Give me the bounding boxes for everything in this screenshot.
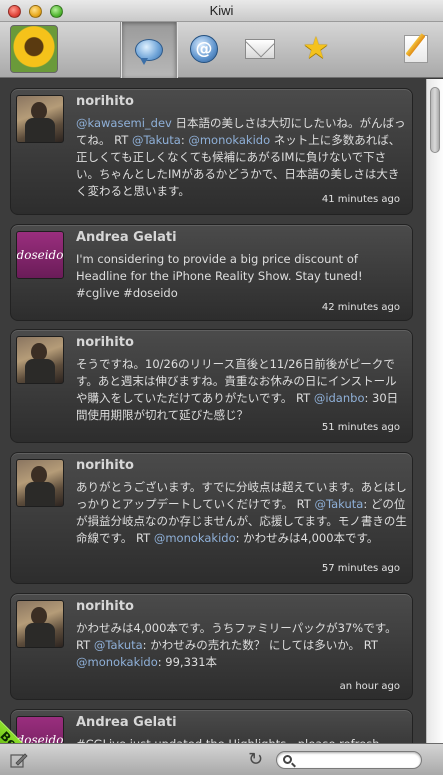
tweet-text: #CGLive just updated the Highlights - pl… [76, 736, 408, 743]
tweet-text: そうですね。10/26のリリース直後と11/26日前後がピークです。あと週末は伸… [76, 356, 408, 424]
tweet-avatar[interactable] [16, 95, 64, 143]
mention-link[interactable]: @idanbo [314, 391, 365, 405]
window-title: Kiwi [209, 3, 234, 18]
tweet-text: @kawasemi_dev 日本語の美しさは大切にしたいね。がんばってね。 RT… [76, 115, 408, 200]
scrollbar-thumb[interactable] [430, 87, 440, 153]
tweet-author[interactable]: norihito [76, 458, 134, 473]
scrollbar[interactable] [426, 79, 443, 743]
compose-icon [404, 35, 428, 63]
tweet-author[interactable]: Andrea Gelati [76, 715, 177, 730]
tweet-card[interactable]: norihito @kawasemi_dev 日本語の美しさは大切にしたいね。がん… [10, 88, 413, 215]
tweet-card[interactable]: norihito かわせみは4,000本です。うちファミリーパックが37%です。 … [10, 593, 413, 700]
pencil-icon[interactable] [10, 751, 28, 769]
search-field[interactable] [276, 751, 422, 769]
tweet-text-segment: : かわせみの売れた数？ にしては多いか。 RT [142, 638, 378, 652]
tweet-text: ありがとうございます。すでに分岐点は超えています。あとはしっかりとアップデートし… [76, 479, 408, 547]
mention-link[interactable]: @monokakido [76, 655, 158, 669]
tweet-text: I'm considering to provide a big price d… [76, 251, 408, 302]
tweet-timestamp: 42 minutes ago [321, 302, 400, 313]
mention-link[interactable]: @kawasemi_dev [76, 116, 172, 130]
tweet-timestamp: an hour ago [339, 681, 400, 692]
tweet-card[interactable]: norihito ありがとうございます。すでに分岐点は超えています。あとはしっかり… [10, 452, 413, 584]
title-bar: Kiwi [0, 0, 443, 22]
tweet-text-segment: : かわせみは4,000本です。 [235, 531, 379, 545]
bottom-bar: ↻ [0, 743, 443, 775]
toolbar-divider [120, 22, 121, 78]
tweet-timestamp: 51 minutes ago [321, 422, 400, 433]
timeline-button[interactable] [122, 22, 176, 78]
mention-link[interactable]: @Takuta [132, 133, 181, 147]
tweet-avatar[interactable] [16, 600, 64, 648]
mentions-button[interactable]: @ [178, 26, 230, 72]
tweet-author[interactable]: Andrea Gelati [76, 230, 177, 245]
mention-link[interactable]: @monokakido [188, 133, 270, 147]
favorites-button[interactable]: ★ [290, 26, 342, 72]
tweet-avatar[interactable]: doseido [16, 231, 64, 279]
star-icon: ★ [302, 31, 330, 66]
tweet-card[interactable]: doseido Andrea Gelati I'm considering to p… [10, 224, 413, 321]
toolbar-divider [176, 22, 177, 78]
messages-button[interactable] [234, 26, 286, 72]
speech-bubble-icon [135, 39, 163, 65]
tweet-timestamp: 41 minutes ago [321, 194, 400, 205]
tweet-text-segment: I'm considering to provide a big price d… [76, 252, 363, 300]
toolbar: @ ★ [0, 22, 443, 78]
compose-button[interactable] [390, 26, 442, 72]
tweet-author[interactable]: norihito [76, 599, 134, 614]
tweet-avatar[interactable]: doseido [16, 716, 64, 743]
mention-link[interactable]: @Takuta [94, 638, 143, 652]
refresh-icon[interactable]: ↻ [248, 749, 263, 770]
tweet-text: かわせみは4,000本です。うちファミリーパックが37%です。 RT @Taku… [76, 620, 408, 671]
mention-link[interactable]: @Takuta [315, 497, 364, 511]
timeline[interactable]: norihito @kawasemi_dev 日本語の美しさは大切にしたいね。がん… [0, 79, 443, 743]
search-icon [283, 755, 292, 764]
tweet-avatar[interactable] [16, 336, 64, 384]
tweet-timestamp: 57 minutes ago [321, 563, 400, 574]
tweet-text-segment: : 99,331本 [157, 655, 218, 669]
mention-link[interactable]: @monokakido [154, 531, 236, 545]
tweet-author[interactable]: norihito [76, 335, 134, 350]
at-sign-icon: @ [190, 35, 218, 63]
tweet-author[interactable]: norihito [76, 94, 134, 109]
tweet-card[interactable]: doseido Andrea Gelati #CGLive just updated… [10, 709, 413, 743]
envelope-icon [245, 39, 275, 59]
tweet-avatar[interactable] [16, 459, 64, 507]
tweet-card[interactable]: norihito そうですね。10/26のリリース直後と11/26日前後がピークで… [10, 329, 413, 443]
search-input[interactable] [297, 753, 417, 767]
account-avatar[interactable] [10, 25, 58, 73]
